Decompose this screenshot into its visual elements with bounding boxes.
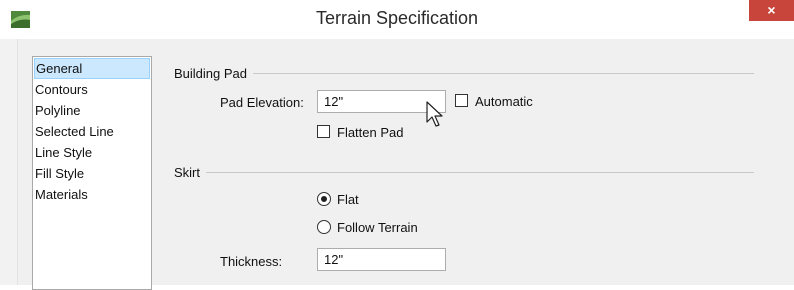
follow-terrain-radio[interactable] — [317, 220, 331, 234]
thickness-label: Thickness: — [220, 254, 283, 269]
close-button[interactable]: × — [749, 0, 794, 21]
follow-terrain-label: Follow Terrain — [337, 220, 418, 235]
nav-item-general[interactable]: General — [34, 58, 150, 79]
nav-item-selected-line[interactable]: Selected Line — [33, 121, 151, 142]
mouse-pointer-icon — [426, 101, 443, 127]
window-frame-left — [0, 39, 18, 285]
category-list[interactable]: General Contours Polyline Selected Line … — [32, 56, 152, 290]
close-icon: × — [767, 2, 776, 18]
automatic-label: Automatic — [475, 94, 533, 109]
flat-label: Flat — [337, 192, 359, 207]
nav-item-line-style[interactable]: Line Style — [33, 142, 151, 163]
pad-elevation-label: Pad Elevation: — [220, 95, 304, 110]
flatten-pad-label: Flatten Pad — [337, 125, 404, 140]
skirt-group-label: Skirt — [174, 165, 206, 180]
automatic-checkbox[interactable] — [455, 94, 468, 107]
radio-selected-dot — [321, 196, 327, 202]
nav-item-contours[interactable]: Contours — [33, 79, 151, 100]
title-bar: Terrain Specification × — [0, 0, 794, 40]
nav-item-materials[interactable]: Materials — [33, 184, 151, 205]
building-pad-divider — [174, 73, 754, 74]
dialog-body: General Contours Polyline Selected Line … — [18, 39, 794, 290]
nav-item-fill-style[interactable]: Fill Style — [33, 163, 151, 184]
skirt-divider — [174, 172, 754, 173]
thickness-input[interactable] — [317, 248, 446, 271]
nav-item-polyline[interactable]: Polyline — [33, 100, 151, 121]
flat-radio[interactable] — [317, 192, 331, 206]
window-title: Terrain Specification — [315, 8, 479, 28]
building-pad-group-label: Building Pad — [174, 66, 253, 81]
flatten-pad-checkbox[interactable] — [317, 125, 330, 138]
